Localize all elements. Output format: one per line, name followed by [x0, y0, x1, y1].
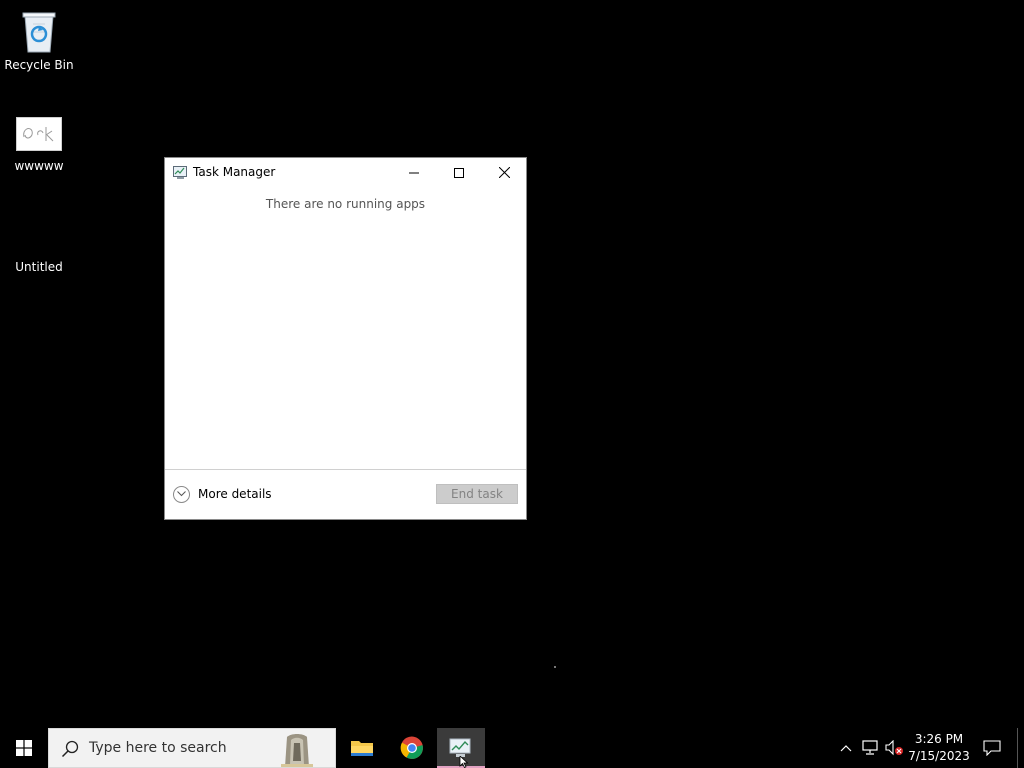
desktop-speck	[554, 666, 556, 668]
desktop-icon-wwwww[interactable]: wwwww	[1, 117, 77, 173]
maximize-icon	[454, 167, 464, 178]
search-icon	[61, 740, 79, 758]
window-footer: More details End task	[165, 469, 526, 519]
action-center-button[interactable]	[980, 728, 1004, 768]
chrome-icon	[400, 736, 423, 759]
recycle-bin-icon	[22, 12, 56, 53]
start-button[interactable]	[0, 728, 48, 768]
notification-icon	[983, 740, 1001, 756]
show-desktop-button[interactable]	[1017, 728, 1018, 768]
mouse-cursor-icon	[459, 756, 469, 768]
more-details-label: More details	[198, 487, 272, 501]
taskbar-file-explorer[interactable]	[338, 728, 386, 768]
taskbar: Type here to search 3:26 PM 7/15/2023	[0, 728, 1024, 768]
minimize-button[interactable]	[391, 158, 437, 187]
close-button[interactable]	[481, 158, 527, 187]
volume-muted-icon	[885, 740, 903, 756]
taskbar-chrome[interactable]	[388, 728, 436, 768]
search-box[interactable]: Type here to search	[48, 728, 336, 768]
desktop-icon-untitled[interactable]: Untitled	[1, 256, 77, 274]
desktop-icon-label: Recycle Bin	[4, 58, 74, 72]
search-highlight-image-icon	[281, 734, 313, 767]
clock-time: 3:26 PM	[914, 732, 964, 746]
search-placeholder: Type here to search	[89, 740, 227, 756]
desktop-icon-label: Untitled	[15, 260, 63, 274]
image-file-icon	[16, 117, 62, 151]
end-task-button[interactable]: End task	[436, 484, 518, 504]
chevron-up-icon	[840, 745, 852, 752]
taskbar-clock[interactable]: 3:26 PM 7/15/2023	[906, 731, 972, 765]
task-manager-icon	[449, 738, 471, 757]
network-icon	[862, 740, 878, 755]
volume-button[interactable]	[884, 728, 906, 768]
more-details-button[interactable]: More details	[173, 484, 272, 504]
network-button[interactable]	[860, 728, 882, 768]
clock-date: 7/15/2023	[908, 749, 970, 763]
show-hidden-icons-button[interactable]	[836, 728, 856, 768]
windows-logo-icon	[16, 740, 32, 756]
chevron-down-icon	[173, 485, 190, 503]
file-explorer-icon	[351, 741, 373, 756]
empty-apps-message: There are no running apps	[265, 197, 426, 211]
minimize-icon	[409, 172, 419, 173]
window-title: Task Manager	[193, 165, 276, 179]
close-icon	[498, 167, 510, 178]
maximize-button[interactable]	[436, 158, 482, 187]
task-manager-icon	[173, 166, 187, 179]
desktop-icon-recycle-bin[interactable]: Recycle Bin	[1, 8, 77, 72]
desktop-icon-label: wwwww	[14, 159, 64, 173]
task-manager-window: Task Manager There are no running apps M…	[164, 157, 527, 520]
title-bar[interactable]: Task Manager	[165, 158, 526, 187]
